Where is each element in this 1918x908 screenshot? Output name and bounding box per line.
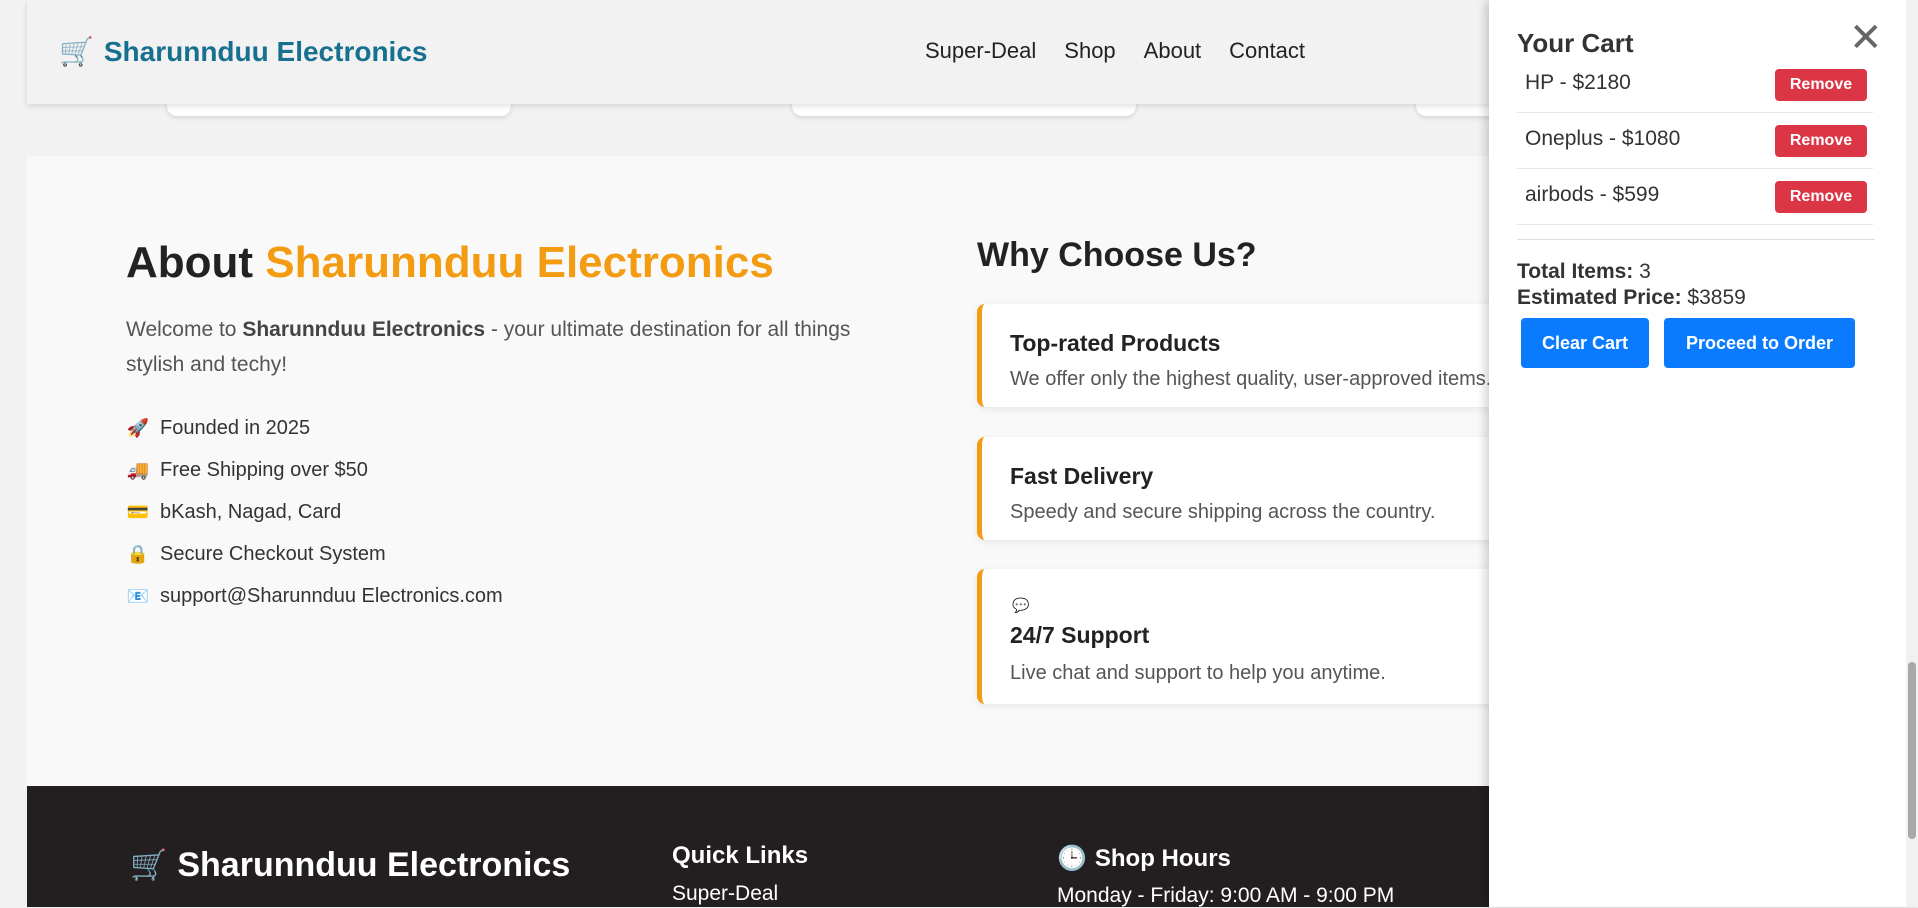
why-card-fast-delivery: Fast Delivery Speedy and secure shipping… (977, 437, 1542, 540)
about-title-brand: Sharunnduu Electronics (265, 238, 774, 287)
proceed-to-order-button[interactable]: Proceed to Order (1664, 318, 1855, 368)
feature-item: 🚀 Founded in 2025 (126, 407, 503, 449)
scrollbar-thumb[interactable] (1908, 662, 1916, 839)
brand-logo[interactable]: 🛒 Sharunnduu Electronics (59, 36, 427, 68)
about-section: About Sharunnduu Electronics Welcome to … (27, 156, 1542, 786)
feature-text: Founded in 2025 (160, 416, 311, 439)
cart-item-text: airbods - $599 (1525, 183, 1660, 206)
shop-hours-title: Shop Hours (1094, 844, 1231, 872)
shopping-cart-icon: 🛒 (130, 849, 168, 882)
about-title-prefix: About (126, 238, 254, 287)
cart-panel: Your Cart ✕ HP - $2180 Remove Oneplus - … (1489, 0, 1918, 907)
nav-link-contact[interactable]: Contact (1229, 38, 1305, 64)
delivery-truck-icon: 🚚 (126, 459, 150, 480)
total-items-label: Total Items: (1517, 260, 1634, 283)
nav-menu: Super-Deal Shop About Contact (925, 38, 1305, 64)
feature-item: 🔒 Secure Checkout System (126, 533, 503, 575)
navbar: 🛒 Sharunnduu Electronics Super-Deal Shop… (27, 0, 1507, 104)
feature-text: Secure Checkout System (160, 542, 386, 565)
shopping-cart-icon: 🛒 (59, 36, 94, 67)
clear-cart-button[interactable]: Clear Cart (1521, 318, 1649, 368)
feature-text: bKash, Nagad, Card (160, 500, 342, 523)
about-description: Welcome to Sharunnduu Electronics - your… (126, 312, 906, 382)
cart-item: Oneplus - $1080 Remove (1517, 113, 1873, 169)
lock-icon: 🔒 (126, 543, 150, 564)
remove-button[interactable]: Remove (1775, 181, 1867, 213)
why-card-title: 24/7 Support (1010, 622, 1150, 648)
why-card-top-rated: Top-rated Products We offer only the hig… (977, 304, 1542, 407)
feature-list: 🚀 Founded in 2025 🚚 Free Shipping over $50… (126, 407, 503, 617)
shop-hours-heading: 🕒 Shop Hours (1057, 844, 1231, 873)
nav-link-super-deal[interactable]: Super-Deal (925, 38, 1036, 64)
feature-text: support@Sharunnduu Electronics.com (160, 584, 503, 607)
cart-item-text: Oneplus - $1080 (1525, 127, 1681, 150)
why-card-text: Live chat and support to help you anytim… (1010, 662, 1386, 684)
why-card-support: 💬 24/7 Support Live chat and support to … (977, 569, 1542, 704)
nav-link-shop[interactable]: Shop (1064, 38, 1115, 64)
why-card-title: Top-rated Products (1010, 330, 1221, 356)
footer-brand: 🛒 Sharunnduu Electronics (130, 846, 570, 885)
why-card-text: Speedy and secure shipping across the co… (1010, 501, 1436, 523)
cart-item: HP - $2180 Remove (1517, 57, 1873, 113)
why-card-title: Fast Delivery (1010, 463, 1154, 489)
about-desc-brand: Sharunnduu Electronics (242, 318, 486, 341)
estimated-price-value: $3859 (1687, 286, 1746, 309)
feature-item: 🚚 Free Shipping over $50 (126, 449, 503, 491)
remove-button[interactable]: Remove (1775, 69, 1867, 101)
about-desc-prefix: Welcome to (126, 318, 237, 341)
why-choose-us-title: Why Choose Us? (977, 236, 1257, 274)
feature-text: Free Shipping over $50 (160, 458, 368, 481)
close-icon[interactable]: ✕ (1849, 18, 1883, 58)
quick-links-heading: Quick Links (672, 842, 809, 869)
cart-items-list: HP - $2180 Remove Oneplus - $1080 Remove… (1517, 57, 1873, 225)
feature-item: 💳 bKash, Nagad, Card (126, 491, 503, 533)
nav-link-about[interactable]: About (1144, 38, 1202, 64)
total-items-row: Total Items: 3 (1517, 260, 1651, 284)
cart-divider (1517, 239, 1875, 240)
speech-bubble-icon: 💬 (1012, 597, 1030, 613)
email-icon: 📧 (126, 585, 150, 606)
cart-title: Your Cart (1517, 28, 1634, 58)
brand-name: Sharunnduu Electronics (103, 36, 428, 67)
shop-hours-line: Monday - Friday: 9:00 AM - 9:00 PM (1057, 884, 1395, 907)
feature-item: 📧 support@Sharunnduu Electronics.com (126, 575, 503, 617)
remove-button[interactable]: Remove (1775, 125, 1867, 157)
estimated-price-row: Estimated Price: $3859 (1517, 286, 1746, 310)
rocket-icon: 🚀 (126, 417, 150, 438)
footer: 🛒 Sharunnduu Electronics Quick Links Sup… (27, 786, 1527, 907)
clock-icon: 🕒 (1057, 845, 1087, 872)
cart-item: airbods - $599 Remove (1517, 169, 1873, 225)
about-title: About Sharunnduu Electronics (126, 238, 774, 288)
footer-link-super-deal[interactable]: Super-Deal (672, 882, 778, 906)
credit-card-icon: 💳 (126, 501, 150, 522)
total-items-value: 3 (1639, 260, 1651, 283)
footer-brand-name: Sharunnduu Electronics (177, 846, 571, 884)
cart-item-text: HP - $2180 (1525, 71, 1631, 94)
why-card-text: We offer only the highest quality, user-… (1010, 368, 1492, 390)
estimated-price-label: Estimated Price: (1517, 286, 1682, 309)
